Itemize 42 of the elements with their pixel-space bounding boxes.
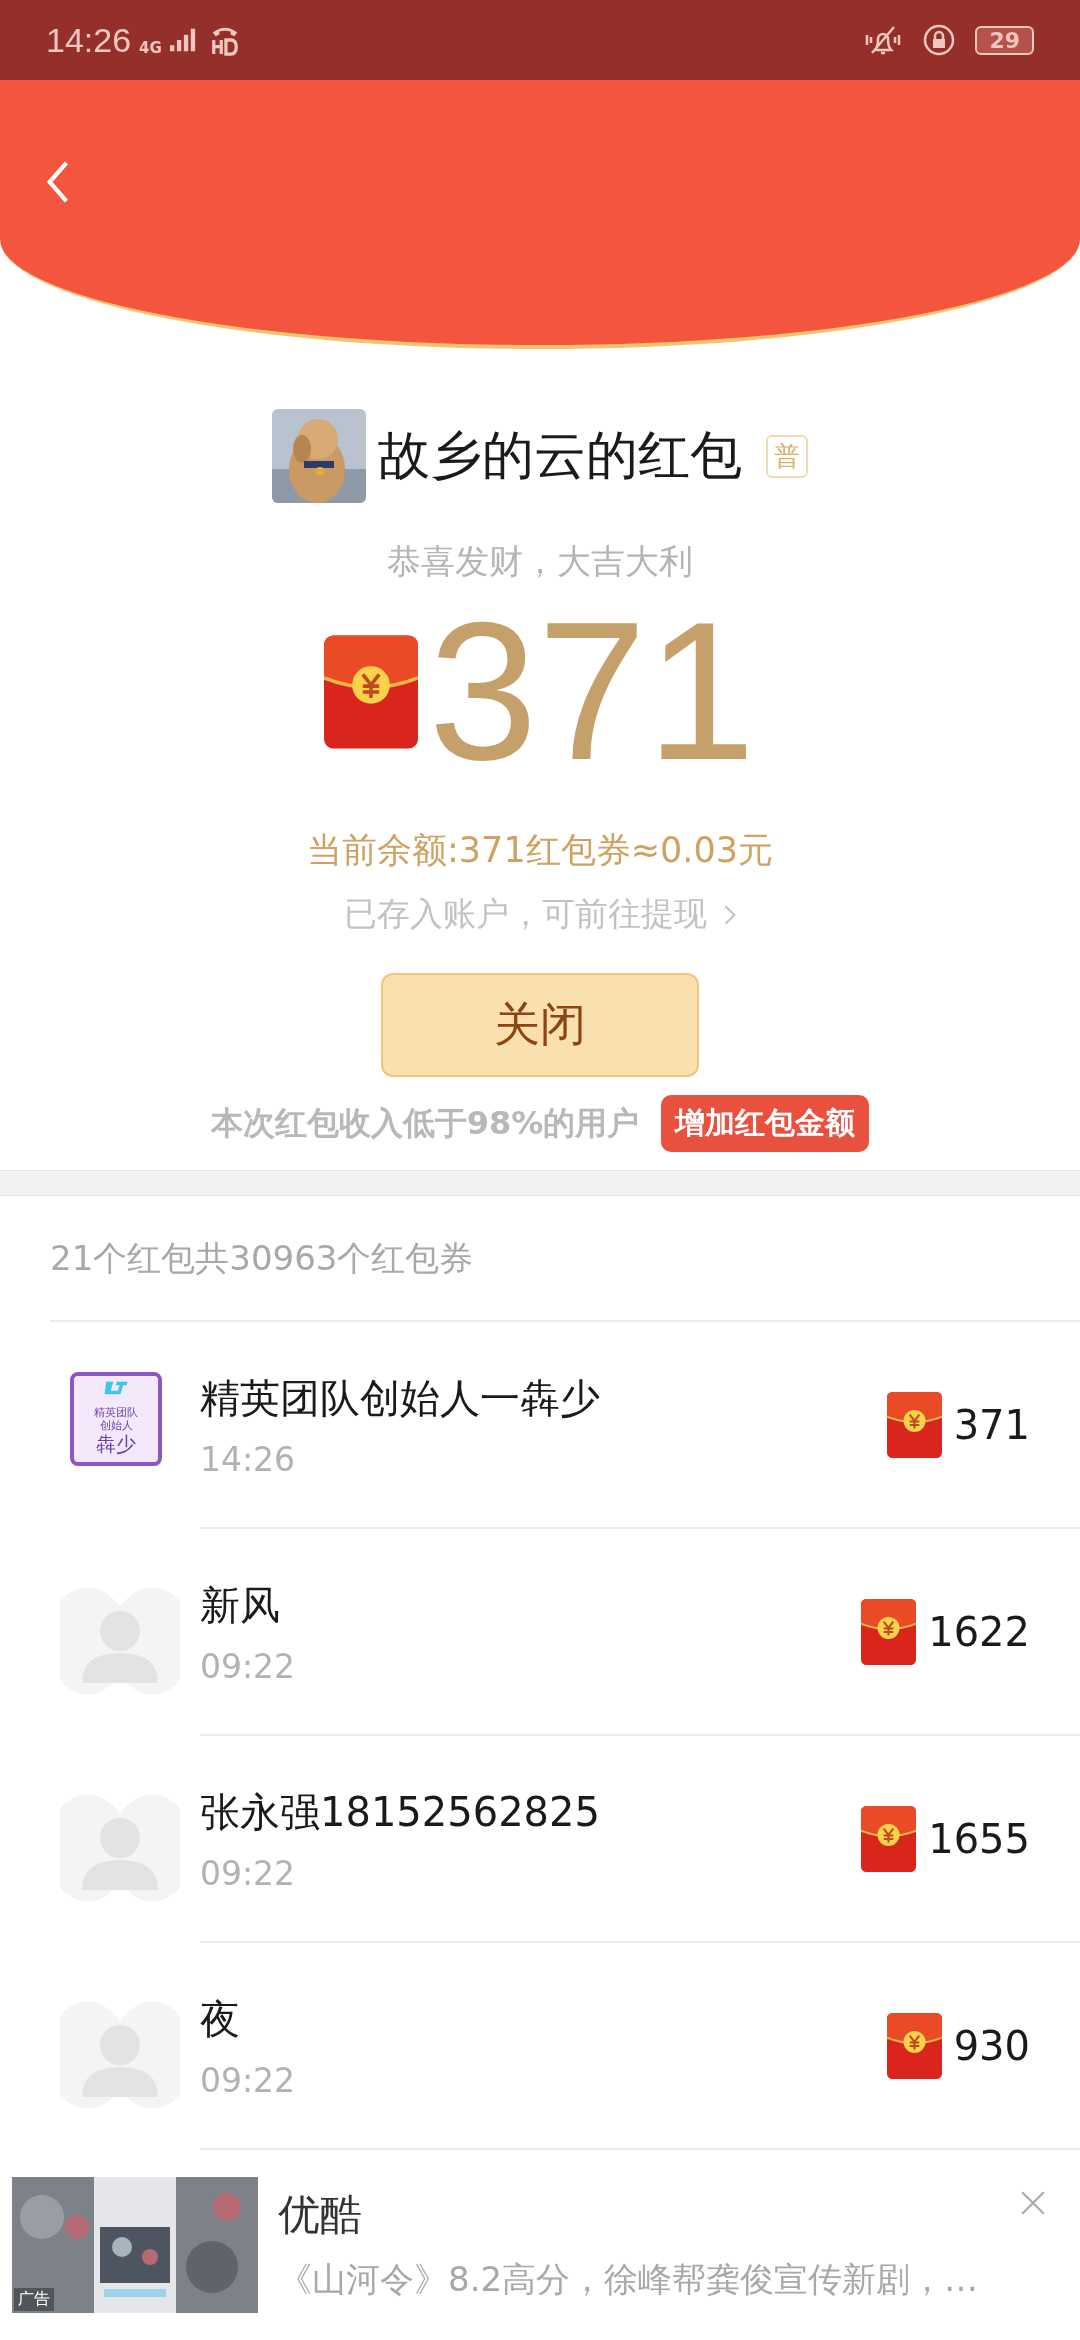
envelope-icon: [886, 1391, 942, 1458]
coupon-amount: 930: [953, 2022, 1030, 2069]
coupon-amount: 1655: [928, 1815, 1030, 1862]
ad-title: 优酷: [278, 2189, 363, 2241]
close-icon[interactable]: [1020, 2190, 1046, 2216]
envelope-icon: [861, 1805, 917, 1872]
logo-icon: [102, 1380, 130, 1396]
coupon-amount: 371: [953, 1401, 1030, 1448]
signal-icon: [169, 28, 196, 52]
chevron-icon: [722, 903, 737, 926]
receive-time: 09:22: [200, 1646, 297, 1686]
packet-title: 故乡的云的红包: [378, 424, 742, 487]
balance-text: 当前余额:371红包券≈0.03元: [307, 829, 773, 872]
receiver-name: 张永强18152562825: [200, 1787, 601, 1837]
back-icon[interactable]: [46, 160, 70, 204]
avatar-text: 创始人: [99, 1418, 133, 1432]
ad-description: 《山河令》8.2高分，徐峰帮龚俊宣传新剧，…: [278, 2258, 980, 2301]
coupon-amount: 1622: [928, 1608, 1030, 1655]
status-time: 14:26: [46, 20, 132, 60]
increase-amount-button[interactable]: 增加红包金额: [661, 1095, 870, 1152]
receiver-row[interactable]: 张永强18152562825 09:22 1655: [200, 1736, 1080, 1943]
received-amount: 371: [428, 594, 756, 790]
avatar-text: 精英团队: [94, 1405, 138, 1419]
battery-indicator: 29: [975, 25, 1034, 55]
greeting-text: 恭喜发财，大吉大利: [387, 540, 693, 583]
envelope-icon: [886, 2012, 942, 2079]
receiver-name: 新风: [200, 1580, 281, 1630]
receiver-name: 精英团队创始人一犇少: [200, 1373, 601, 1423]
ad-label: 广告: [14, 2288, 54, 2311]
type-badge: 普: [766, 434, 808, 478]
receiver-row[interactable]: 新风 09:22 1622: [200, 1529, 1080, 1736]
envelope-icon: [324, 635, 419, 749]
receive-time: 09:22: [200, 2060, 297, 2100]
receive-time: 09:22: [200, 1853, 297, 1893]
receive-time: 14:26: [200, 1439, 297, 1479]
envelope-icon: [861, 1598, 917, 1665]
summary-text: 21个红包共30963个红包券: [50, 1196, 1080, 1322]
avatar-text: 犇少: [96, 1432, 136, 1456]
receiver-name: 夜: [200, 1994, 241, 2044]
close-button[interactable]: 关闭: [381, 973, 699, 1077]
network-type: 4G: [139, 38, 162, 57]
rank-text: 本次红包收入低于98%的用户: [210, 1102, 640, 1144]
